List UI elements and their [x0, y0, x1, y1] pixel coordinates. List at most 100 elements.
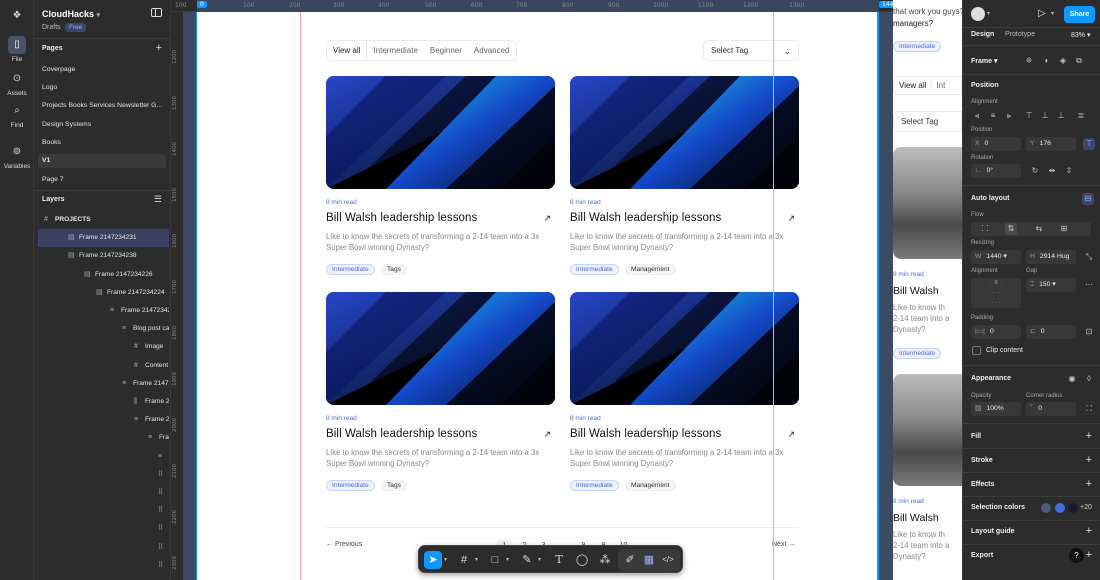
layer-item[interactable]: ≡Frame [38, 575, 169, 580]
add-stroke-icon[interactable]: + [1086, 454, 1092, 466]
frame2-tab[interactable]: View all [899, 81, 926, 90]
select-tag-dropdown[interactable]: Select Tag ⌄ [703, 40, 799, 61]
dev-mode-icon[interactable]: </> [659, 551, 677, 569]
arrow-up-right-icon[interactable]: ↗ [543, 429, 551, 440]
next-button[interactable]: Next → [772, 541, 795, 548]
layer-item[interactable]: ≡ Frame 214 [38, 411, 169, 429]
align-right-icon[interactable]: ⫸ [1003, 110, 1015, 122]
card-title[interactable]: Bill Walsh leadership lessons [570, 212, 721, 224]
align-center-h-icon[interactable]: ≡ [987, 110, 999, 122]
comment-icon[interactable]: ◯ [573, 551, 591, 569]
frame-icon[interactable]: # [455, 551, 473, 569]
more-options-icon[interactable]: ⋯ [1083, 279, 1095, 291]
color-swatch[interactable] [1041, 503, 1051, 513]
add-export-icon[interactable]: + [1086, 549, 1092, 561]
distribute-icon[interactable]: ≣ [1075, 110, 1087, 122]
tab-advanced[interactable]: Advanced [468, 41, 516, 60]
blog-post-card[interactable]: 8 min read Bill Walsh leadership lessons ↗… [326, 292, 555, 492]
tag-chip-intermediate[interactable]: Intermediate [326, 264, 375, 275]
constraints-icon[interactable]: ⊤ [1083, 138, 1095, 150]
design-mode-icon[interactable]: ▦ [640, 551, 658, 569]
opacity-input[interactable]: ▨ 100% [971, 402, 1021, 416]
align-top-icon[interactable]: ⊤ [1023, 110, 1035, 122]
tag-chip[interactable]: Management [625, 264, 676, 275]
rotate-icon[interactable]: ↻ [1029, 165, 1041, 177]
sidebar-toggle-icon[interactable] [151, 8, 162, 17]
layer-item[interactable]: ≡ Frame 2147234223 [38, 302, 169, 320]
page-item[interactable]: Books [38, 136, 166, 150]
rail-find[interactable]: ⌕ Find [0, 102, 34, 129]
flip-vertical-icon[interactable]: ⇳ [1063, 165, 1075, 177]
component-icon[interactable]: ⁜ [1023, 55, 1035, 67]
arrow-up-right-icon[interactable]: ↗ [787, 429, 795, 440]
tab-intermediate[interactable]: Intermediate [367, 41, 423, 60]
layer-item[interactable]: ⠿ [38, 502, 169, 520]
page-item[interactable]: Coverpage [38, 63, 166, 77]
boolean-icon[interactable]: ◈ [1057, 55, 1069, 67]
tab-design[interactable]: Design [971, 31, 994, 38]
clip-content-checkbox[interactable] [972, 346, 981, 355]
tag-chip-intermediate[interactable]: Intermediate [326, 480, 375, 491]
layer-item[interactable]: # Image [38, 338, 169, 356]
layer-item[interactable]: ≡B [38, 448, 169, 466]
padding-options-icon[interactable]: ⊡ [1083, 326, 1095, 338]
add-page-icon[interactable]: + [156, 42, 162, 54]
tag-chip[interactable]: Management [625, 480, 676, 491]
card-title[interactable]: Bill Walsh leadership lessons [570, 428, 721, 440]
arrow-up-right-icon[interactable]: ↗ [543, 213, 551, 224]
gap-input[interactable]: ⌶ 150 ▾ [1026, 278, 1076, 292]
corner-radius-input[interactable]: ⌜ 0 [1026, 402, 1076, 416]
layer-item[interactable]: # PROJECTS [38, 211, 169, 229]
rail-assets[interactable]: ⊙ Assets [0, 70, 34, 97]
eye-icon[interactable]: ◉ [1066, 373, 1078, 385]
layer-item[interactable]: ▤ Frame 2147234238 [38, 247, 169, 265]
tab-view-all[interactable]: View all [327, 41, 368, 60]
play-icon[interactable]: ▷ [1038, 8, 1046, 19]
chevron-down-icon[interactable]: ▾ [1051, 10, 1054, 17]
drafts-label[interactable]: Drafts [42, 24, 61, 31]
layer-item[interactable]: ⠿ [38, 539, 169, 557]
height-input[interactable]: H 2914 Hug [1026, 250, 1076, 264]
card-title[interactable]: Bill Walsh leadership lessons [326, 428, 477, 440]
layer-item[interactable]: ⠿ [38, 520, 169, 538]
auto-layout-icon[interactable]: ⊟ [1082, 193, 1094, 205]
add-effect-icon[interactable]: + [1086, 478, 1092, 490]
tag-chip[interactable]: Tags [381, 480, 407, 491]
figma-logo[interactable]: ❖ [0, 7, 34, 27]
frame-type-dropdown[interactable]: Frame ▾ [971, 57, 997, 65]
arrow-up-right-icon[interactable]: ↗ [787, 213, 795, 224]
share-button[interactable]: Share [1064, 6, 1095, 23]
align-bottom-icon[interactable]: ⊥ [1055, 110, 1067, 122]
color-swatch[interactable] [1068, 503, 1078, 513]
tag-chip-intermediate[interactable]: Intermediate [570, 264, 619, 275]
help-button[interactable]: ? [1069, 548, 1084, 563]
tab-beginner[interactable]: Beginner [424, 41, 468, 60]
layer-item[interactable]: ≡ Frame 2147234 [38, 375, 169, 393]
rail-variables[interactable]: ⊚ Variables [0, 143, 34, 170]
align-center-v-icon[interactable]: ⊥ [1039, 110, 1051, 122]
tag-chip-intermediate[interactable]: Intermediate [570, 480, 619, 491]
rectangle-icon[interactable]: □ [486, 551, 504, 569]
flow-grid-icon[interactable]: ⊞ [1058, 223, 1070, 235]
page-item[interactable]: Logo [38, 81, 166, 95]
move-icon[interactable]: ➤ [424, 551, 442, 569]
x-input[interactable]: X0 [971, 137, 1021, 151]
layer-item[interactable]: ▤ Frame 2147234224 [38, 284, 169, 302]
page-item-selected[interactable]: V1 [38, 154, 166, 168]
canvas[interactable]: 100 0 100 200 300 400 500 600 700 800 900 1000 1100 1… [171, 0, 962, 580]
pen-icon[interactable]: ✎ [518, 551, 536, 569]
chevron-down-icon[interactable]: ▾ [444, 556, 447, 563]
chevron-down-icon[interactable]: ▾ [475, 556, 478, 563]
tab-prototype[interactable]: Prototype [1005, 31, 1035, 38]
rotation-input[interactable]: ∟ 0° [971, 164, 1021, 178]
actions-icon[interactable]: ⁂ [596, 551, 614, 569]
blog-post-card[interactable]: 8 min read Bill Walsh leadership lessons ↗… [570, 76, 799, 276]
text-icon[interactable]: T [550, 551, 568, 569]
frame2-select-tag[interactable]: Select Tag [893, 111, 962, 132]
more-icon[interactable]: ⧉ [1073, 55, 1085, 67]
blog-post-card[interactable]: 8 min read Bill Walsh leadership lessons ↗… [570, 292, 799, 492]
width-input[interactable]: W 1440 ▾ [971, 250, 1021, 264]
page-item[interactable]: Design Systems [38, 118, 166, 132]
rail-file[interactable]: ▯ File [0, 36, 34, 63]
zoom-level[interactable]: 83% ▾ [1071, 31, 1090, 39]
